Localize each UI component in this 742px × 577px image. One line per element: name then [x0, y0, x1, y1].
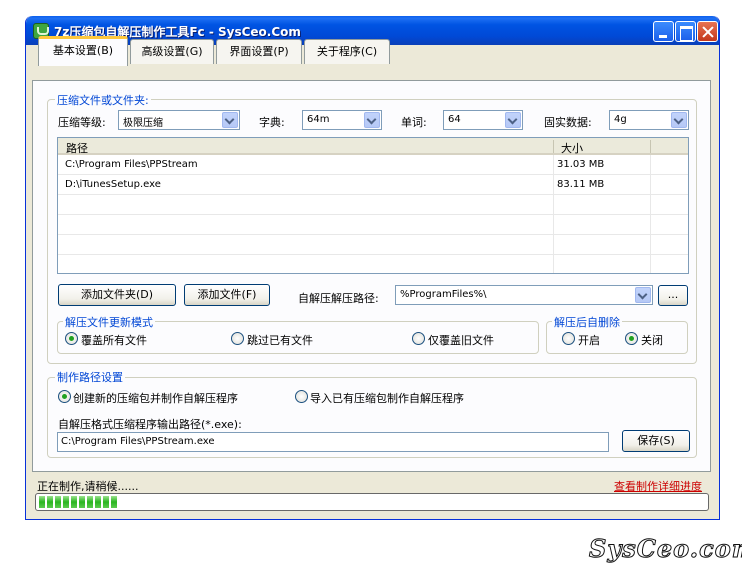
overwrite-all-label[interactable]: 覆盖所有文件	[81, 332, 147, 348]
column-header-path[interactable]: 路径	[66, 140, 88, 156]
solid-select[interactable]: 4g	[609, 110, 689, 130]
chevron-down-icon[interactable]	[364, 112, 380, 128]
chevron-down-icon[interactable]	[671, 112, 687, 128]
output-path-value: C:\Program Files\PPStream.exe	[61, 436, 215, 447]
word-select[interactable]: 64	[443, 110, 523, 130]
column-divider[interactable]	[553, 140, 554, 153]
dict-select[interactable]: 64m	[302, 110, 382, 130]
level-label: 压缩等级:	[58, 116, 106, 129]
table-row	[58, 255, 688, 273]
table-row	[58, 235, 688, 255]
auto-delete-title: 解压后自删除	[552, 314, 622, 330]
word-value: 64	[448, 114, 461, 125]
compress-group-title: 压缩文件或文件夹:	[55, 92, 151, 108]
tab-advanced-settings[interactable]: 高级设置(G)	[130, 39, 214, 64]
extract-path-value: %ProgramFiles%\	[400, 289, 487, 300]
extract-path-label: 自解压解压路径:	[298, 292, 379, 305]
save-button[interactable]: 保存(S)	[622, 430, 690, 452]
table-row	[58, 215, 688, 235]
column-divider[interactable]	[650, 140, 651, 153]
tab-interface-settings[interactable]: 界面设置(P)	[216, 39, 302, 64]
watermark-logo: SysCeo.com	[588, 534, 742, 564]
column-header-size[interactable]: 大小	[561, 140, 583, 156]
progress-fill	[39, 496, 119, 508]
skip-existing-radio[interactable]	[231, 332, 244, 345]
tab-about[interactable]: 关于程序(C)	[304, 39, 390, 64]
file-size: 83.11 MB	[557, 179, 605, 190]
solid-label: 固实数据:	[544, 116, 592, 129]
file-size: 31.03 MB	[557, 159, 605, 170]
overwrite-old-radio[interactable]	[412, 332, 425, 345]
table-row[interactable]: D:\iTunesSetup.exe 83.11 MB	[58, 175, 688, 195]
view-progress-link[interactable]: 查看制作详细进度	[614, 478, 702, 494]
solid-value: 4g	[614, 114, 627, 125]
import-existing-radio[interactable]	[295, 390, 308, 403]
auto-delete-off-radio[interactable]	[625, 332, 638, 345]
extract-path-select[interactable]: %ProgramFiles%\	[395, 285, 653, 305]
update-mode-title: 解压文件更新模式	[63, 314, 155, 330]
progress-bar	[35, 493, 709, 511]
dict-label: 字典:	[259, 116, 285, 129]
file-list-header: 路径 大小	[58, 138, 688, 155]
skip-existing-label[interactable]: 跳过已有文件	[247, 332, 313, 348]
import-existing-label[interactable]: 导入已有压缩包制作自解压程序	[310, 390, 464, 406]
status-text: 正在制作,请稍候......	[37, 480, 139, 493]
chevron-down-icon[interactable]	[222, 112, 238, 128]
chevron-down-icon[interactable]	[505, 112, 521, 128]
auto-delete-off-label[interactable]: 关闭	[641, 332, 663, 348]
maximize-button[interactable]	[675, 21, 696, 42]
add-file-button[interactable]: 添加文件(F)	[184, 284, 270, 306]
file-path: D:\iTunesSetup.exe	[65, 179, 161, 190]
dict-value: 64m	[307, 114, 330, 125]
close-button[interactable]	[697, 21, 718, 42]
path-settings-title: 制作路径设置	[55, 369, 125, 385]
table-row[interactable]: C:\Program Files\PPStream 31.03 MB	[58, 155, 688, 175]
table-row	[58, 195, 688, 215]
overwrite-old-label[interactable]: 仅覆盖旧文件	[428, 332, 494, 348]
auto-delete-on-label[interactable]: 开启	[578, 332, 600, 348]
minimize-button[interactable]	[653, 21, 674, 42]
overwrite-all-radio[interactable]	[65, 332, 78, 345]
chevron-down-icon[interactable]	[635, 287, 651, 303]
tab-basic-settings[interactable]: 基本设置(B)	[38, 36, 128, 66]
browse-button[interactable]: ...	[658, 285, 688, 306]
word-label: 单词:	[401, 116, 427, 129]
output-path-input[interactable]: C:\Program Files\PPStream.exe	[57, 432, 609, 452]
level-select[interactable]: 极限压缩	[118, 110, 240, 130]
add-folder-button[interactable]: 添加文件夹(D)	[58, 284, 176, 306]
file-path: C:\Program Files\PPStream	[65, 159, 198, 170]
auto-delete-on-radio[interactable]	[562, 332, 575, 345]
create-new-label[interactable]: 创建新的压缩包并制作自解压程序	[73, 390, 238, 406]
create-new-radio[interactable]	[58, 390, 71, 403]
level-value: 极限压缩	[123, 118, 163, 129]
output-path-label: 自解压格式压缩程序输出路径(*.exe):	[58, 418, 242, 431]
file-list[interactable]: 路径 大小 C:\Program Files\PPStream 31.03 MB…	[57, 137, 689, 274]
